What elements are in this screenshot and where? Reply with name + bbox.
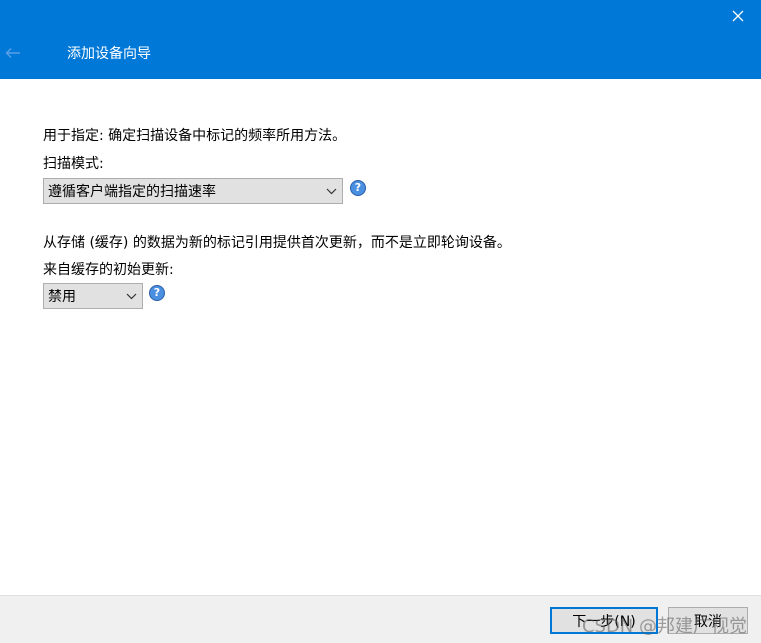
close-icon [732,10,744,22]
next-button[interactable]: 下一步(N) [550,607,658,634]
scan-mode-label: 扫描模式: [43,156,104,172]
arrow-left-icon [5,48,20,58]
help-icon[interactable]: ? [149,285,165,301]
close-button[interactable] [715,0,761,32]
scan-mode-value: 遵循客户端指定的扫描速率 [48,184,216,200]
chevron-down-icon [320,188,342,195]
cancel-button[interactable]: 取消 [668,607,748,634]
scan-description: 用于指定: 确定扫描设备中标记的频率所用方法。 [43,128,347,144]
wizard-title: 添加设备向导 [67,46,151,62]
chevron-down-icon [120,293,142,300]
back-button[interactable] [0,38,26,68]
cache-value: 禁用 [48,289,76,305]
help-icon[interactable]: ? [350,180,366,196]
scan-mode-select[interactable]: 遵循客户端指定的扫描速率 [43,178,343,204]
cache-select[interactable]: 禁用 [43,283,143,309]
wizard-footer: 下一步(N) 取消 [0,595,761,643]
cache-description: 从存储 (缓存) 的数据为新的标记引用提供首次更新，而不是立即轮询设备。 [43,235,511,251]
title-bar: 添加设备向导 [0,0,761,79]
cache-label: 来自缓存的初始更新: [43,262,174,278]
